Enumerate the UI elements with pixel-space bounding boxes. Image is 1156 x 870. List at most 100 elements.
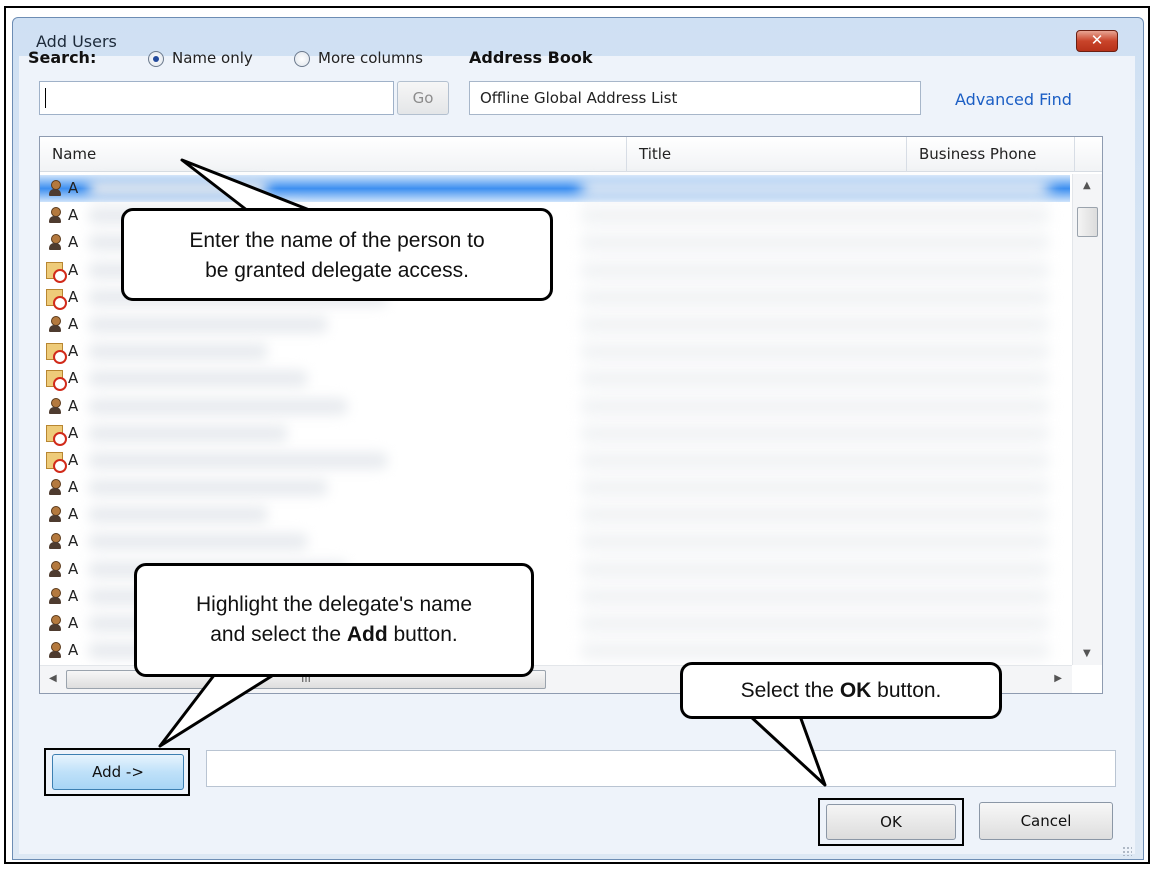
redacted-name [88, 533, 308, 551]
redacted-name [88, 180, 268, 197]
contact-icon [46, 587, 63, 605]
list-item-name: A [68, 369, 79, 388]
list-item-name: A [68, 532, 79, 551]
redacted-name [88, 424, 288, 442]
list-item-name: A [68, 641, 79, 660]
address-book-select[interactable]: Offline Global Address List [469, 81, 921, 115]
add-button[interactable]: Add -> [52, 754, 184, 790]
redacted-name [88, 315, 328, 333]
list-item[interactable]: A [40, 447, 1070, 474]
redacted-name [88, 343, 268, 361]
ok-button[interactable]: OK [826, 804, 956, 840]
redacted-details [580, 451, 1050, 469]
contact-icon [46, 234, 63, 251]
list-item-name: A [68, 206, 79, 225]
list-item-name: A [68, 559, 79, 578]
redacted-details [580, 533, 1050, 551]
scroll-up-arrow-icon[interactable]: ▲ [1083, 180, 1091, 191]
scroll-down-arrow-icon[interactable]: ▼ [1083, 648, 1091, 659]
list-item-name: A [68, 287, 79, 306]
redacted-details [580, 315, 1050, 333]
restricted-contact-icon [46, 424, 67, 446]
cancel-button[interactable]: Cancel [979, 802, 1113, 840]
close-icon: ✕ [1090, 31, 1104, 49]
list-item-name: A [68, 260, 79, 279]
contact-icon [46, 533, 63, 550]
list-item[interactable]: A [40, 338, 1070, 365]
redacted-details [580, 479, 1050, 497]
restricted-contact-icon [46, 261, 67, 283]
redacted-name [88, 397, 348, 415]
redacted-name [88, 506, 268, 524]
list-item-name: A [68, 233, 79, 252]
scroll-right-arrow-icon[interactable]: ▶ [1054, 673, 1062, 684]
add-callout-line2: and select the Add button. [210, 623, 458, 646]
redacted-details [580, 587, 1050, 605]
list-item[interactable]: A [40, 175, 1070, 203]
list-item[interactable]: A [40, 393, 1070, 420]
contact-icon [46, 180, 63, 197]
address-book-label: Address Book [469, 48, 593, 67]
list-item-name: A [68, 586, 79, 605]
column-business-phone[interactable]: Business Phone [907, 137, 1075, 172]
restricted-contact-icon [46, 288, 67, 310]
column-header-row: Name Title Business Phone [40, 137, 1102, 172]
list-item-name: A [68, 450, 79, 469]
column-name[interactable]: Name [40, 137, 627, 172]
list-item[interactable]: A [40, 420, 1070, 447]
search-label: Search: [28, 48, 97, 67]
restricted-contact-icon [46, 370, 67, 392]
redacted-name [88, 451, 388, 469]
more-columns-radio[interactable] [294, 51, 310, 67]
column-title[interactable]: Title [627, 137, 907, 172]
search-callout-line1: Enter the name of the person to [189, 229, 485, 252]
contact-icon [46, 615, 63, 632]
redacted-details [580, 234, 1050, 252]
list-item-name: A [68, 342, 79, 361]
redacted-details [580, 180, 1050, 197]
contact-icon [46, 506, 63, 523]
resize-grip-icon[interactable] [1122, 846, 1132, 856]
contact-icon [46, 560, 63, 578]
scroll-left-arrow-icon[interactable]: ◀ [49, 673, 57, 684]
contact-icon [46, 207, 63, 224]
name-only-label[interactable]: Name only [172, 49, 253, 67]
list-item[interactable]: A [40, 501, 1070, 528]
search-input[interactable] [39, 81, 394, 115]
list-item[interactable]: A [40, 311, 1070, 338]
name-only-radio[interactable] [148, 51, 164, 67]
restricted-contact-icon [46, 343, 67, 365]
redacted-name [88, 370, 308, 388]
search-callout: Enter the name of the person to be grant… [121, 208, 553, 301]
redacted-details [580, 288, 1050, 306]
vertical-scrollbar[interactable]: ▲ ▼ [1072, 174, 1102, 665]
list-item[interactable]: A [40, 474, 1070, 501]
more-columns-label[interactable]: More columns [318, 49, 423, 67]
list-item-name: A [68, 423, 79, 442]
list-item[interactable]: A [40, 365, 1070, 392]
redacted-details [580, 424, 1050, 442]
list-item-name: A [68, 314, 79, 333]
redacted-details [580, 642, 1050, 660]
add-callout: Highlight the delegate's name and select… [134, 563, 534, 677]
redacted-details [580, 343, 1050, 361]
redacted-details [580, 370, 1050, 388]
close-button[interactable]: ✕ [1076, 30, 1118, 52]
list-item-name: A [68, 505, 79, 524]
restricted-contact-icon [46, 451, 67, 473]
advanced-find-link[interactable]: Advanced Find [955, 90, 1072, 109]
redacted-details [580, 560, 1050, 578]
ok-callout: Select the OK button. [680, 662, 1002, 719]
add-callout-line1: Highlight the delegate's name [195, 593, 473, 616]
list-item[interactable]: A [40, 528, 1070, 555]
selected-users-field[interactable] [206, 750, 1116, 787]
vertical-scroll-thumb[interactable] [1077, 207, 1098, 237]
contact-icon [46, 642, 63, 659]
go-button[interactable]: Go [397, 81, 449, 115]
redacted-details [580, 506, 1050, 524]
contact-icon [46, 397, 63, 415]
redacted-details [580, 207, 1050, 225]
contact-icon [46, 479, 63, 496]
contact-icon [46, 315, 63, 333]
list-item-name: A [68, 478, 79, 497]
